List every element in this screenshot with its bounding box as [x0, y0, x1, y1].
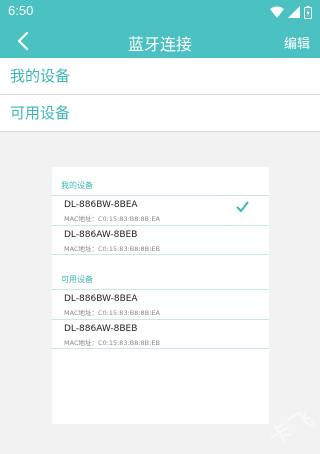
device-mac: MAC地址：C0:15:83:B8:8B:EA [64, 309, 160, 317]
device-mac: MAC地址：C0:15:83:B8:8B:EB [64, 339, 160, 347]
battery-icon [304, 5, 312, 19]
device-list-card: 我的设备 DL-886BW-8BEA MAC地址：C0:15:83:B8:8B:… [52, 167, 269, 424]
status-time: 6:50 [8, 3, 34, 18]
card-available-label: 可用设备 [61, 275, 93, 284]
my-device-item[interactable]: DL-886BW-8BEA MAC地址：C0:15:83:B8:8B:EA [52, 195, 269, 225]
device-name: DL-886AW-8BEB [64, 230, 138, 240]
app-bar: 蓝牙连接 编辑 [0, 24, 320, 58]
checkmark-icon [236, 201, 249, 213]
available-device-item[interactable]: DL-886AW-8BEB MAC地址：C0:15:83:B8:8B:EB [52, 319, 269, 349]
device-name: DL-886BW-8BEA [64, 294, 138, 304]
page-title: 蓝牙连接 [127, 35, 192, 54]
available-devices-row[interactable]: 可用设备 [0, 95, 320, 132]
available-device-item[interactable]: DL-886BW-8BEA MAC地址：C0:15:83:B8:8B:EA [52, 289, 269, 319]
device-name: DL-886AW-8BEB [64, 324, 138, 334]
status-bar: 6:50 [0, 0, 320, 24]
device-mac: MAC地址：C0:15:83:B8:8B:EA [64, 215, 160, 223]
device-mac: MAC地址：C0:15:83:B8:8B:EB [64, 245, 160, 253]
card-my-devices-label: 我的设备 [61, 181, 93, 190]
signal-icon [288, 6, 300, 18]
edit-button[interactable]: 编辑 [284, 33, 310, 52]
status-icons [270, 5, 312, 19]
wifi-icon [270, 6, 284, 18]
watermark: 卡飞 [263, 404, 320, 453]
device-name: DL-886BW-8BEA [64, 200, 138, 210]
my-device-item[interactable]: DL-886AW-8BEB MAC地址：C0:15:83:B8:8B:EB [52, 225, 269, 255]
my-devices-row[interactable]: 我的设备 [0, 58, 320, 95]
